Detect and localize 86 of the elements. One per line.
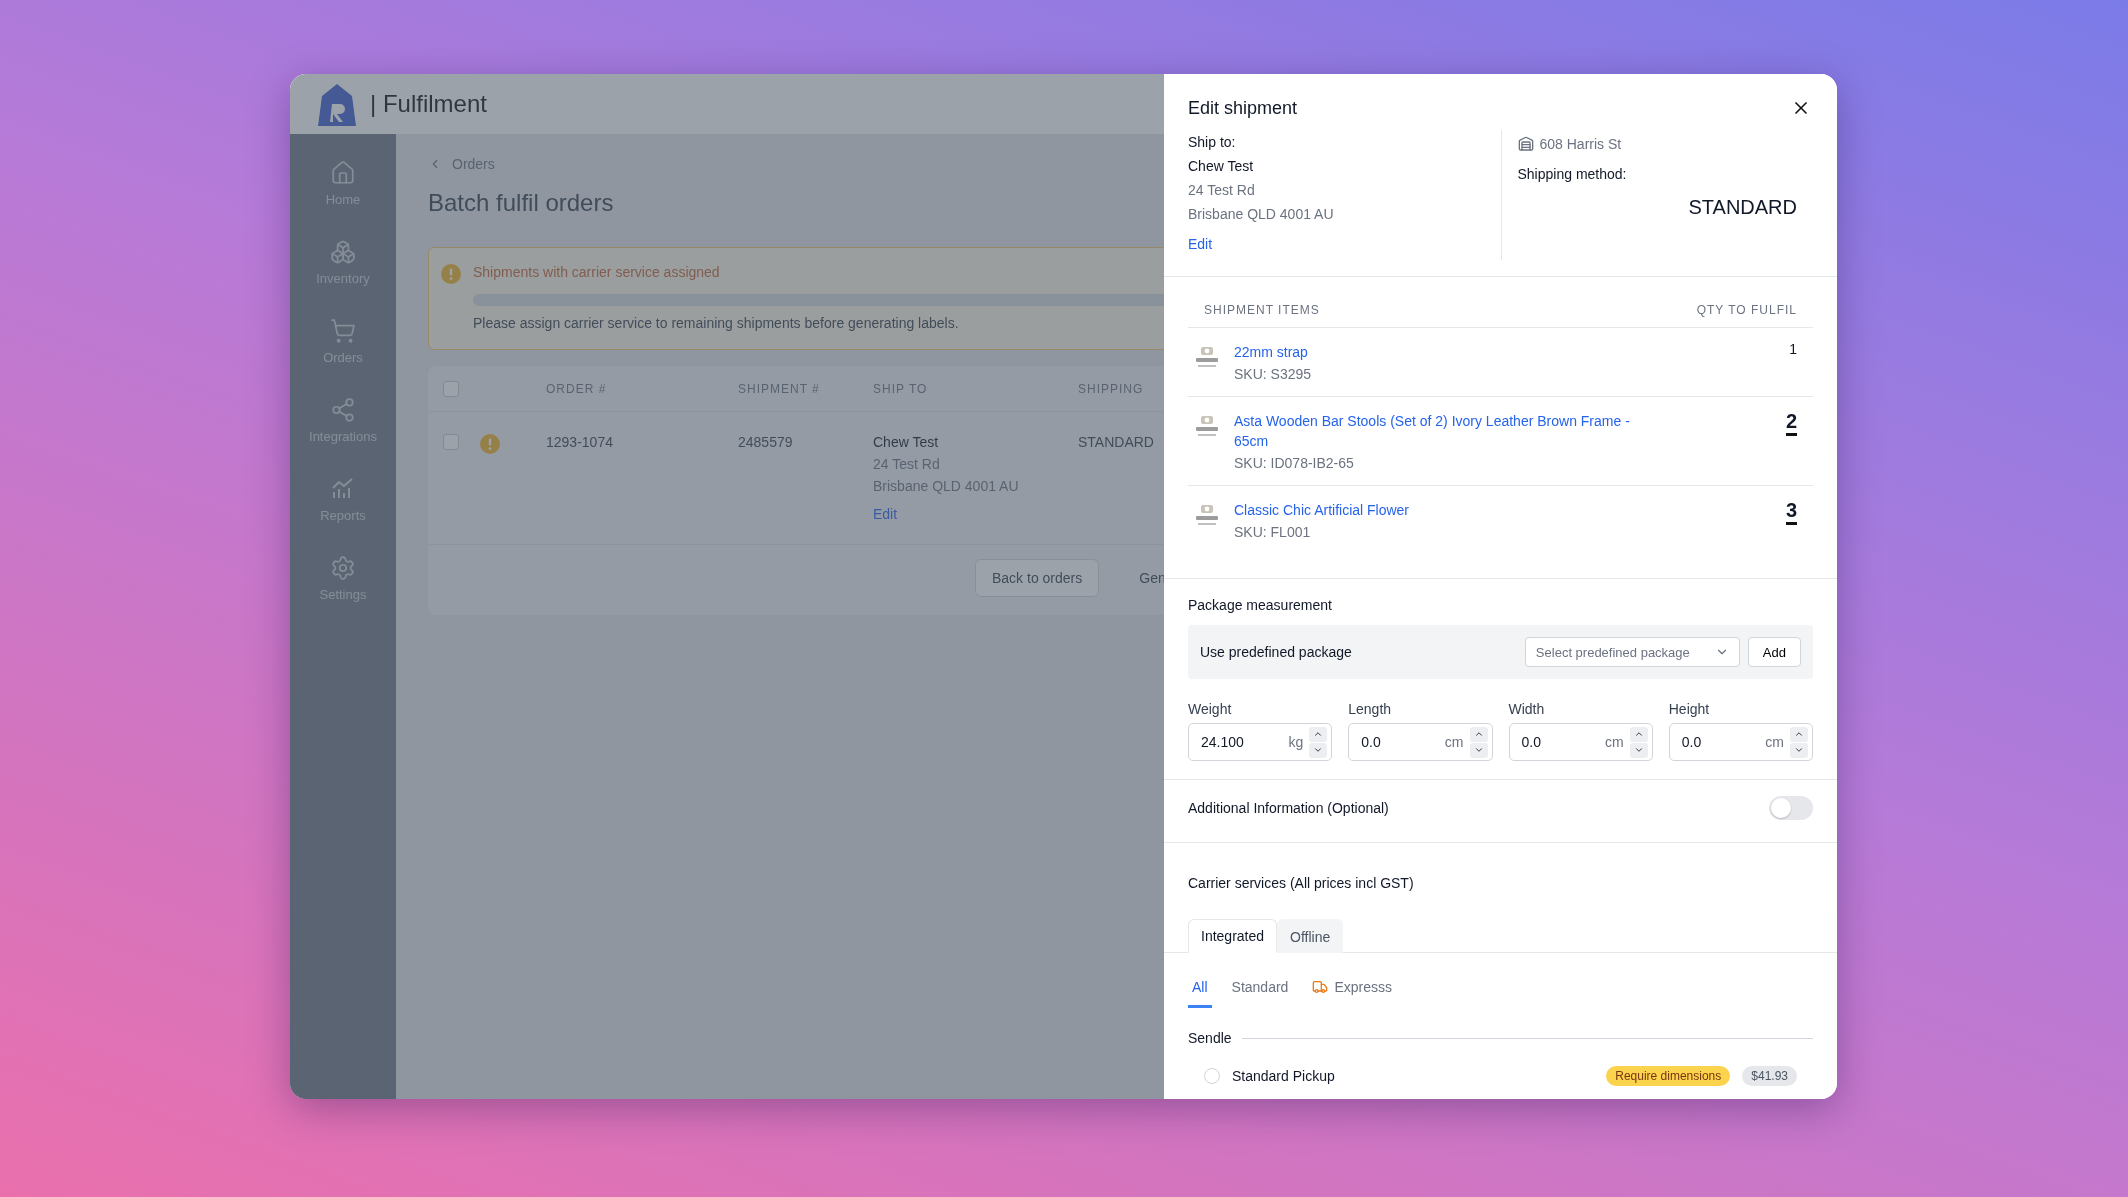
caret-down-icon [1633, 745, 1644, 755]
alert-title: Shipments with carrier service assigned [473, 264, 721, 282]
settings-icon [330, 555, 356, 581]
table-cell-text: 2485579 [738, 434, 794, 450]
status-badge: Require dimensions [1606, 1066, 1731, 1086]
item-link[interactable]: 22mm strap [1234, 342, 1634, 362]
item-link[interactable]: Classic Chic Artificial Flower [1234, 500, 1634, 520]
alert-message: Please assign carrier service to remaining shipments before generating labels. [473, 315, 960, 333]
number-field[interactable]: 24.100 kg [1188, 723, 1333, 761]
table-cell-text: STANDARD [1078, 434, 1155, 450]
carrier-name: Sendle [1188, 1030, 1232, 1046]
select-all-checkbox[interactable] [443, 380, 459, 397]
app-title: | Fulfilment [370, 90, 487, 118]
price-badge: $41.93 [1742, 1066, 1797, 1086]
caret-up-icon [1313, 729, 1324, 739]
column-header: ORDER # [546, 381, 608, 396]
number-field[interactable]: 0.0 cm [1508, 723, 1653, 761]
column-header: SHIPMENT # [738, 381, 821, 396]
item-sku: SKU: FL001 [1234, 524, 1312, 540]
boxes-icon [330, 239, 356, 265]
ship-to-label: Ship to: [1188, 134, 1237, 150]
toggle-switch[interactable] [1769, 796, 1813, 820]
column-header: SHIPPING [1078, 381, 1145, 396]
field-label: Width [1508, 701, 1546, 717]
increment-button[interactable] [1469, 726, 1488, 742]
caret-up-icon [1633, 729, 1644, 739]
home-icon [330, 160, 356, 186]
item-link[interactable]: Asta Wooden Bar Stools (Set of 2) Ivory Leather Brown Frame - 65cm [1234, 411, 1634, 451]
filter-tab[interactable]: Expresss [1308, 979, 1396, 1008]
section-title: Carrier services (All prices incl GST) [1188, 875, 1415, 891]
tab[interactable]: Integrated [1188, 919, 1278, 953]
item-sku: SKU: ID078-IB2-65 [1234, 455, 1355, 471]
field-label: Weight [1188, 701, 1233, 717]
address-line: Brisbane QLD 4001 AU [873, 478, 1020, 494]
caret-down-icon [1473, 745, 1484, 755]
address-line: Brisbane QLD 4001 AU [1188, 206, 1335, 222]
recipient-name: Chew Test [873, 434, 940, 450]
decrement-button[interactable] [1790, 742, 1808, 758]
page-title: Batch fulfil orders [428, 189, 615, 217]
decrement-button[interactable] [1309, 742, 1328, 758]
shipping-method: STANDARD [1688, 196, 1797, 219]
address-line: 24 Test Rd [1188, 182, 1256, 198]
caret-up-icon [1794, 729, 1804, 739]
service-name: Standard Pickup [1232, 1068, 1336, 1084]
shipping-method-label: Shipping method: [1517, 166, 1628, 182]
decrement-button[interactable] [1629, 742, 1648, 758]
origin-address: 608 Harris St [1539, 136, 1622, 152]
address-line: 24 Test Rd [873, 456, 941, 472]
decrement-button[interactable] [1469, 742, 1488, 758]
filter-tab[interactable]: Standard [1227, 979, 1293, 1008]
increment-button[interactable] [1309, 726, 1328, 742]
truck-icon [1312, 979, 1329, 995]
increment-button[interactable] [1790, 726, 1808, 742]
increment-button[interactable] [1629, 726, 1648, 742]
tab[interactable]: Offline [1277, 919, 1344, 953]
package-select[interactable]: Select predefined package [1524, 637, 1740, 667]
section-title: Package measurement [1188, 597, 1333, 613]
section-title: Additional Information (Optional) [1188, 800, 1389, 816]
table-cell-text: 1293-1074 [546, 434, 614, 450]
cart-icon [330, 318, 356, 344]
filter-tab[interactable]: All [1188, 979, 1212, 1008]
share-icon [330, 397, 356, 423]
recipient-name: Chew Test [1188, 158, 1255, 174]
caret-up-icon [1473, 729, 1484, 739]
number-field[interactable]: 0.0 cm [1348, 723, 1493, 761]
warning-icon [441, 264, 461, 284]
caret-down-icon [1313, 745, 1324, 755]
caret-down-icon [1794, 745, 1804, 755]
drawer-title: Edit shipment [1188, 97, 1298, 119]
field-label: Length [1348, 701, 1393, 717]
number-field[interactable]: 0.0 cm [1668, 723, 1813, 761]
predefined-label: Use predefined package [1200, 644, 1353, 660]
item-quantity: 2 [1785, 411, 1797, 436]
column-header: QTY TO FULFIL [1696, 303, 1797, 317]
item-quantity: 3 [1785, 500, 1797, 525]
footer-button[interactable]: Gen [1123, 560, 1164, 596]
edit-link[interactable]: Edit [1188, 236, 1501, 252]
add-button[interactable]: Add [1747, 637, 1801, 667]
item-sku: SKU: S3295 [1234, 366, 1313, 382]
item-quantity: 1 [1789, 342, 1797, 358]
row-checkbox[interactable] [443, 434, 459, 450]
field-label: Height [1668, 701, 1711, 717]
footer-button[interactable]: Back to orders [975, 559, 1100, 597]
column-header: SHIPMENT ITEMS [1204, 303, 1320, 317]
column-header: SHIP TO [873, 381, 929, 396]
warehouse-icon [1517, 136, 1534, 152]
